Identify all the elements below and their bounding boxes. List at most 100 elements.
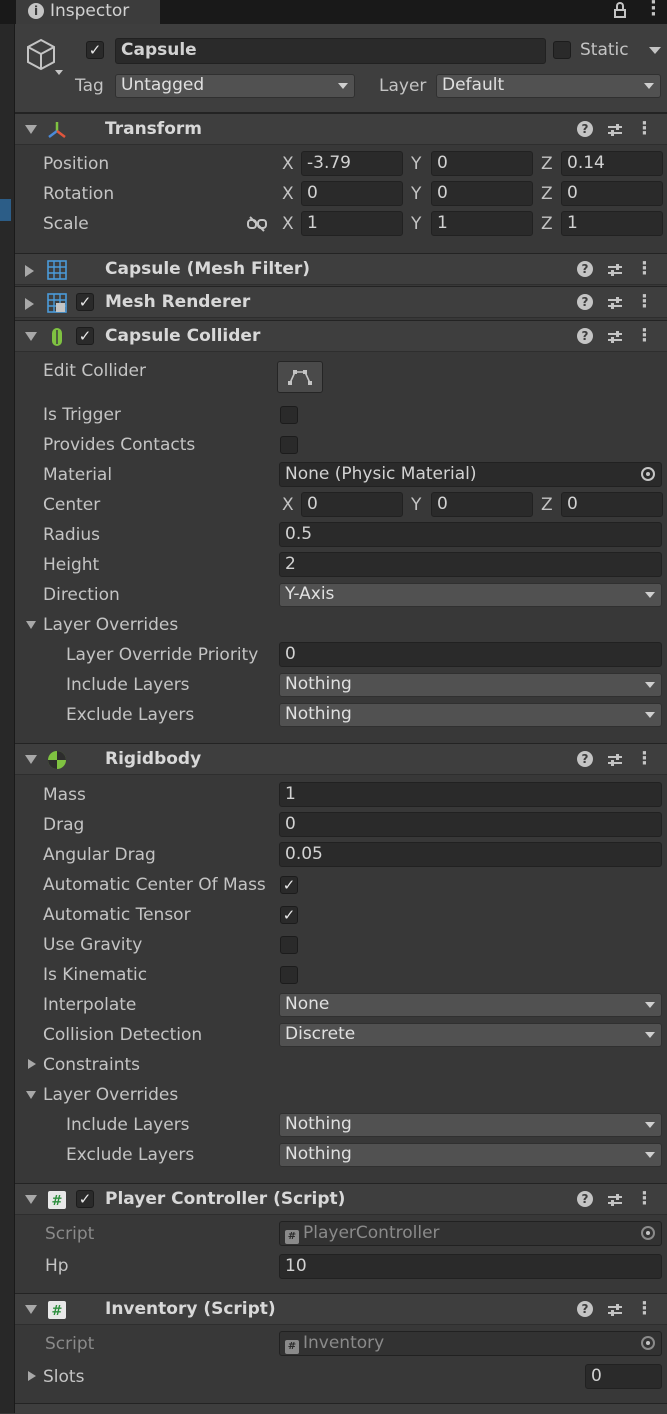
constraints-label[interactable]: Constraints <box>43 1054 140 1076</box>
center-y-field[interactable]: 0 <box>431 492 533 517</box>
mass-field[interactable]: 1 <box>279 782 662 807</box>
icon-dropdown-arrow[interactable] <box>55 70 63 75</box>
scale-y-field[interactable]: 1 <box>431 211 533 236</box>
collapse-arrow-icon[interactable] <box>25 332 37 341</box>
transform-header[interactable]: Transform ? · · · <box>15 113 667 145</box>
collapse-arrow-icon[interactable] <box>25 1305 37 1314</box>
capsule-collider-header[interactable]: ✓ Capsule Collider ? · · · <box>15 320 667 352</box>
tab-inspector[interactable]: i Inspector <box>16 0 160 24</box>
exclude-layers-dropdown[interactable]: Nothing <box>279 703 662 727</box>
interpolate-dropdown[interactable]: None <box>279 993 662 1017</box>
hp-field[interactable]: 10 <box>279 1254 662 1279</box>
object-name-field[interactable]: Capsule <box>115 38 546 64</box>
position-z-field[interactable]: 0.14 <box>561 151 663 176</box>
mesh-filter-header[interactable]: Capsule (Mesh Filter) ? · · · <box>15 253 667 285</box>
radius-field[interactable]: 0.5 <box>279 522 662 547</box>
scale-z-field[interactable]: 1 <box>561 211 663 236</box>
slots-label[interactable]: Slots <box>43 1366 84 1388</box>
kebab-menu-icon[interactable]: · · · <box>641 255 648 283</box>
kebab-menu-icon[interactable]: · · · <box>641 745 648 773</box>
kebab-menu-icon[interactable]: · · · <box>641 115 648 143</box>
help-icon[interactable]: ? <box>577 121 593 137</box>
object-picker-icon[interactable] <box>641 467 655 481</box>
component-header-icons: ? · · · <box>577 745 657 773</box>
player-controller-title: Player Controller (Script) <box>105 1189 346 1209</box>
layer-overrides-foldout-arrow[interactable] <box>26 1091 36 1099</box>
automatic-center-of-mass-label: Automatic Center Of Mass <box>43 875 266 895</box>
layer-overrides-label[interactable]: Layer Overrides <box>43 614 178 636</box>
kebab-menu-icon[interactable]: · · · <box>641 1295 648 1323</box>
mesh-filter-title: Capsule (Mesh Filter) <box>105 259 311 279</box>
presets-icon[interactable] <box>607 1302 623 1318</box>
help-icon[interactable]: ? <box>577 1301 593 1317</box>
constrain-proportions-icon[interactable] <box>247 216 267 232</box>
lock-icon[interactable] <box>614 2 626 18</box>
expand-arrow-icon[interactable] <box>25 265 34 277</box>
help-icon[interactable]: ? <box>577 261 593 277</box>
center-x-field[interactable]: 0 <box>301 492 403 517</box>
edit-collider-button[interactable] <box>277 361 323 393</box>
mesh-renderer-enabled-checkbox[interactable]: ✓ <box>76 293 94 311</box>
provides-contacts-checkbox[interactable] <box>280 436 298 454</box>
help-icon[interactable]: ? <box>577 294 593 310</box>
mesh-renderer-header[interactable]: ✓ Mesh Renderer ? · · · <box>15 286 667 318</box>
automatic-tensor-checkbox[interactable]: ✓ <box>280 906 298 924</box>
axis-y-label: Y <box>411 214 422 234</box>
collapse-arrow-icon[interactable] <box>25 125 37 134</box>
material-field[interactable]: None (Physic Material) <box>279 462 662 487</box>
center-z-field[interactable]: 0 <box>561 492 663 517</box>
presets-icon[interactable] <box>607 262 623 278</box>
include-layers-dropdown[interactable]: Nothing <box>279 1113 662 1137</box>
exclude-layers-dropdown[interactable]: Nothing <box>279 1143 662 1167</box>
presets-icon[interactable] <box>607 1192 623 1208</box>
constraints-foldout-arrow[interactable] <box>28 1059 36 1069</box>
mesh-renderer-title: Mesh Renderer <box>105 292 251 312</box>
collapse-arrow-icon[interactable] <box>25 755 37 764</box>
presets-icon[interactable] <box>607 329 623 345</box>
slots-size-field[interactable]: 0 <box>585 1364 662 1389</box>
expand-arrow-icon[interactable] <box>25 298 34 310</box>
player-controller-header[interactable]: # ✓ Player Controller (Script) ? · · · <box>15 1183 667 1215</box>
is-kinematic-checkbox[interactable] <box>280 966 298 984</box>
presets-icon[interactable] <box>607 295 623 311</box>
rigidbody-header[interactable]: Rigidbody ? · · · <box>15 743 667 775</box>
rotation-y-field[interactable]: 0 <box>431 181 533 206</box>
rotation-z-field[interactable]: 0 <box>561 181 663 206</box>
kebab-menu-icon[interactable]: · · · <box>641 288 648 316</box>
position-x-field[interactable]: -3.79 <box>301 151 403 176</box>
player-controller-enabled-checkbox[interactable]: ✓ <box>76 1190 94 1208</box>
capsule-collider-enabled-checkbox[interactable]: ✓ <box>76 327 94 345</box>
position-y-field[interactable]: 0 <box>431 151 533 176</box>
layer-override-priority-field[interactable]: 0 <box>279 642 662 667</box>
direction-dropdown[interactable]: Y-Axis <box>279 583 662 607</box>
automatic-center-of-mass-checkbox[interactable]: ✓ <box>280 876 298 894</box>
presets-icon[interactable] <box>607 752 623 768</box>
layer-overrides-foldout-arrow[interactable] <box>26 621 36 629</box>
kebab-menu-icon[interactable]: · · · <box>641 322 648 350</box>
height-field[interactable]: 2 <box>279 552 662 577</box>
rotation-x-field[interactable]: 0 <box>301 181 403 206</box>
slots-foldout-arrow[interactable] <box>28 1371 36 1381</box>
collapse-arrow-icon[interactable] <box>25 1195 37 1204</box>
layer-overrides-label[interactable]: Layer Overrides <box>43 1084 178 1106</box>
static-checkbox[interactable] <box>553 41 571 59</box>
static-dropdown-arrow[interactable] <box>649 47 661 54</box>
help-icon[interactable]: ? <box>577 1191 593 1207</box>
component-header-icons: ? · · · <box>577 288 657 316</box>
tag-dropdown[interactable]: Untagged <box>115 74 355 98</box>
kebab-menu-icon[interactable]: · · · <box>641 1185 648 1213</box>
active-checkbox[interactable]: ✓ <box>86 41 104 59</box>
is-trigger-checkbox[interactable] <box>280 406 298 424</box>
scale-x-field[interactable]: 1 <box>301 211 403 236</box>
presets-icon[interactable] <box>607 122 623 138</box>
kebab-menu-icon[interactable]: · · · <box>650 0 657 24</box>
collision-detection-dropdown[interactable]: Discrete <box>279 1023 662 1047</box>
help-icon[interactable]: ? <box>577 328 593 344</box>
drag-field[interactable]: 0 <box>279 812 662 837</box>
include-layers-dropdown[interactable]: Nothing <box>279 673 662 697</box>
inventory-header[interactable]: # Inventory (Script) ? · · · <box>15 1293 667 1325</box>
layer-dropdown[interactable]: Default <box>436 74 661 98</box>
angular-drag-field[interactable]: 0.05 <box>279 842 662 867</box>
use-gravity-checkbox[interactable] <box>280 936 298 954</box>
help-icon[interactable]: ? <box>577 751 593 767</box>
